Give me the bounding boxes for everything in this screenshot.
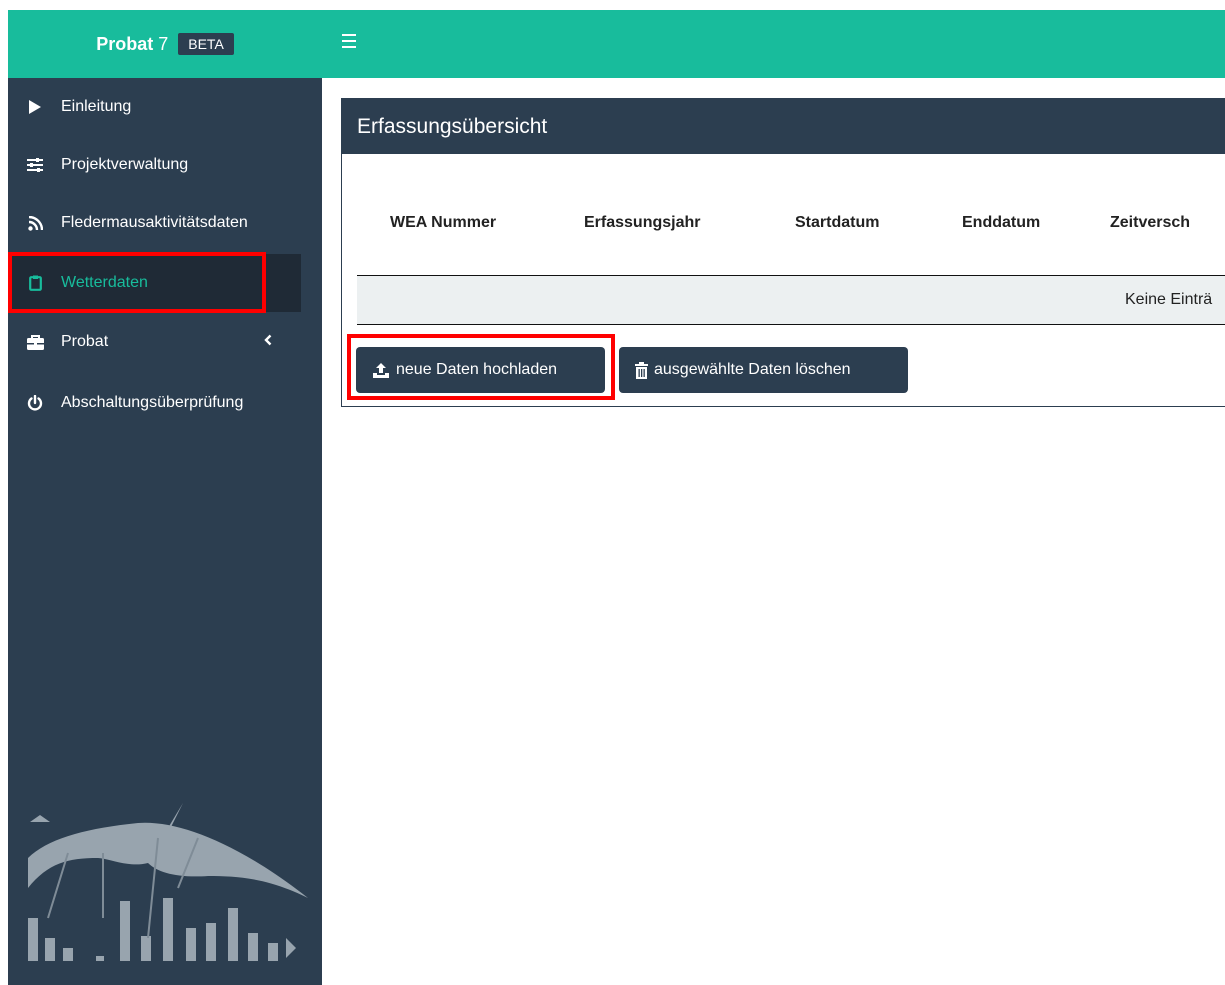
toolbox-icon (25, 334, 45, 350)
play-icon (25, 99, 45, 115)
column-header-erfassungsjahr[interactable]: Erfassungsjahr (584, 214, 700, 232)
probat-logo (28, 803, 308, 961)
beta-badge: BETA (178, 33, 234, 55)
sidebar-item-probat[interactable]: Probat (8, 313, 322, 371)
panel-title: Erfassungsübersicht (342, 99, 1225, 154)
sidebar-item-label: Einleitung (61, 98, 132, 115)
delete-button-label: ausgewählte Daten löschen (654, 361, 851, 378)
delete-selected-button[interactable]: ausgewählte Daten löschen (619, 347, 908, 393)
column-header-zeitverschiebung[interactable]: Zeitversch (1110, 214, 1190, 232)
wetterdaten-highlight (8, 252, 266, 313)
trash-icon (635, 361, 648, 379)
column-header-startdatum[interactable]: Startdatum (795, 214, 879, 232)
empty-table-message: Keine Einträ (1125, 291, 1213, 308)
sidebar-item-projektverwaltung[interactable]: Projektverwaltung (8, 136, 322, 194)
power-icon (25, 395, 45, 411)
sidebar-item-label: Projektverwaltung (61, 156, 189, 173)
sidebar-item-label: Abschaltungsüberprüfung (61, 394, 244, 411)
sidebar-item-fledermausaktivitaetsdaten[interactable]: Fledermausaktivitätsdaten (8, 194, 322, 252)
rss-icon (25, 215, 45, 231)
brand-version: 7 (158, 33, 169, 54)
sidebar-item-label: Probat (61, 333, 109, 350)
sidebar: Einleitung Projektverwaltung Fledermausa… (8, 78, 322, 985)
table-row: Keine Einträ (357, 276, 1225, 325)
chevron-left-icon (264, 333, 272, 351)
sliders-icon (25, 158, 45, 172)
sidebar-item-label: Fledermausaktivitätsdaten (61, 214, 248, 231)
top-navbar: Probat 7 BETA (8, 10, 1225, 78)
sidebar-item-abschaltungsueberpruefung[interactable]: Abschaltungsüberprüfung (8, 374, 322, 432)
column-header-wea-nummer[interactable]: WEA Nummer (390, 214, 496, 232)
brand[interactable]: Probat 7 BETA (8, 10, 322, 78)
upload-button-highlight (347, 334, 615, 400)
menu-toggle-icon[interactable] (342, 34, 356, 48)
sidebar-item-einleitung[interactable]: Einleitung (8, 78, 322, 136)
top-border (0, 0, 1225, 10)
brand-name: Probat (96, 33, 154, 54)
column-header-enddatum[interactable]: Enddatum (962, 214, 1040, 232)
